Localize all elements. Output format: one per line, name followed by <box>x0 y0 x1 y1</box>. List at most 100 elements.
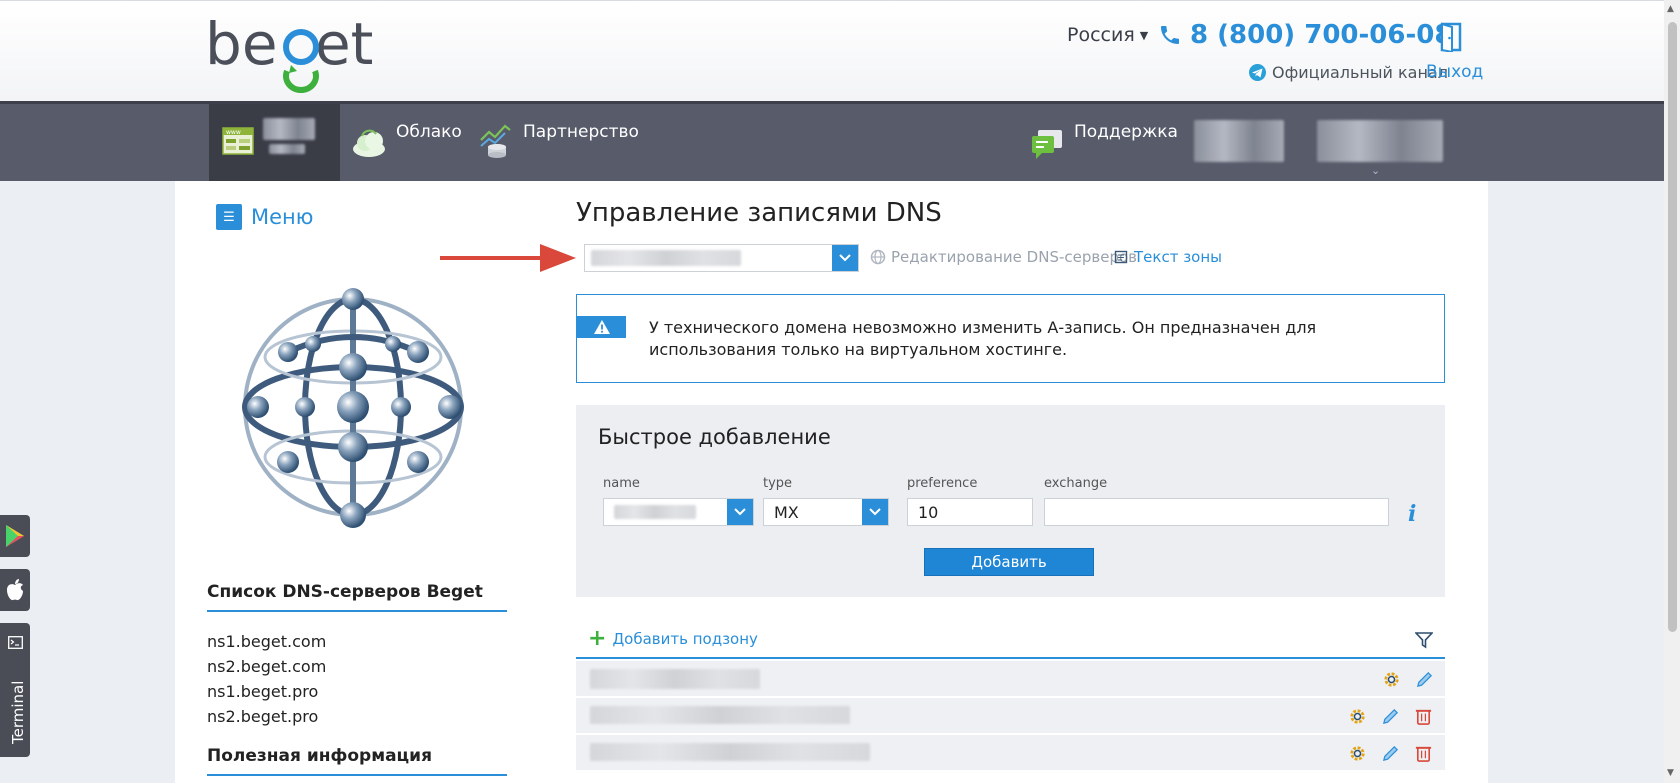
plus-icon: + <box>588 626 607 651</box>
page-scrollbar[interactable]: ▲ ▼ <box>1664 0 1680 783</box>
record-name-redacted <box>590 706 850 724</box>
terminal-label: Terminal <box>9 680 27 744</box>
hamburger-icon: ☰ <box>216 204 242 230</box>
settings-gear-icon[interactable] <box>1382 670 1401 689</box>
menu-label: Меню <box>251 205 314 229</box>
domain-select[interactable] <box>584 244 859 272</box>
type-label: type <box>763 476 793 491</box>
exchange-label: exchange <box>1044 476 1108 491</box>
nav-cloud-label: Облако <box>396 122 462 142</box>
document-icon <box>1114 250 1128 264</box>
nav-support-label: Поддержка <box>1074 122 1178 142</box>
dns-servers-list: ns1.beget.com ns2.beget.com ns1.beget.pr… <box>207 629 326 729</box>
exit-door-icon[interactable] <box>1440 22 1462 52</box>
menu-button[interactable]: ☰ Меню <box>216 204 313 230</box>
red-arrow-annotation <box>440 244 576 272</box>
svg-text:be: be <box>205 10 278 78</box>
svg-text:et: et <box>315 10 373 78</box>
zone-text-link[interactable]: Текст зоны <box>1114 248 1222 266</box>
zone-text-label: Текст зоны <box>1134 248 1223 266</box>
dns-record-row[interactable] <box>576 661 1445 697</box>
nav-hosting-label-redacted <box>263 118 315 140</box>
dns-server-item: ns1.beget.com <box>207 632 327 651</box>
dns-server-item: ns1.beget.pro <box>207 682 319 701</box>
quick-add-panel: Быстрое добавление name type preference … <box>576 405 1445 597</box>
partnership-icon <box>480 124 511 158</box>
dns-globe-illustration <box>242 288 464 528</box>
apple-icon <box>7 579 23 601</box>
filter-icon[interactable] <box>1415 631 1433 649</box>
name-value-redacted <box>614 505 696 519</box>
cloud-icon <box>353 129 385 157</box>
chevron-down-icon <box>734 508 746 516</box>
domain-dropdown-button[interactable] <box>832 245 858 271</box>
info-icon[interactable]: i <box>1408 501 1416 527</box>
warning-icon <box>577 316 626 338</box>
useful-info-title: Полезная информация <box>207 746 507 776</box>
scrollbar-thumb[interactable] <box>1668 22 1677 632</box>
scroll-down-icon[interactable]: ▼ <box>1667 768 1674 778</box>
edit-pencil-icon[interactable] <box>1415 670 1434 689</box>
nav-item-hosting[interactable]: www <box>209 104 340 181</box>
exchange-input[interactable] <box>1044 498 1389 526</box>
type-select[interactable]: MX <box>763 498 889 526</box>
google-play-button[interactable] <box>0 515 30 557</box>
name-label: name <box>603 476 640 491</box>
dns-record-row[interactable] <box>576 698 1445 734</box>
nav-hosting-sublabel-redacted <box>269 144 305 154</box>
logout-link[interactable]: Выход <box>1426 62 1483 82</box>
official-channel-link[interactable]: Официальный канал <box>1249 63 1448 82</box>
terminal-button[interactable]: Terminal <box>0 623 30 757</box>
quick-add-title: Быстрое добавление <box>598 425 831 449</box>
edit-dns-servers-link[interactable]: Редактирование DNS-серверов <box>870 248 1137 266</box>
edit-pencil-icon[interactable] <box>1381 744 1400 763</box>
warning-text: У технического домена невозможно изменит… <box>649 318 1317 359</box>
phone-number[interactable]: 8 (800) 700-06-08 <box>1158 20 1452 50</box>
type-dropdown-button[interactable] <box>862 499 888 525</box>
terminal-icon <box>8 636 23 649</box>
beget-logo[interactable]: be et <box>205 9 393 95</box>
edit-dns-servers-label: Редактирование DNS-серверов <box>891 248 1137 266</box>
dns-record-row[interactable] <box>576 735 1445 771</box>
svg-text:www: www <box>226 129 241 136</box>
add-subzone-link[interactable]: + Добавить подзону <box>588 626 758 651</box>
add-subzone-label: Добавить подзону <box>612 630 758 648</box>
edit-pencil-icon[interactable] <box>1381 707 1400 726</box>
nav-item-cloud[interactable]: Облако <box>352 104 462 181</box>
top-header: be et Россия ▼ 8 (800) 700-06-08 Официал… <box>0 0 1664 101</box>
name-select[interactable] <box>603 498 754 526</box>
page-title: Управление записями DNS <box>576 198 942 228</box>
hosting-icon: www <box>222 127 254 155</box>
official-channel-label: Официальный канал <box>1272 63 1448 82</box>
settings-gear-icon[interactable] <box>1348 744 1367 763</box>
account-chevron-down-icon[interactable]: ⌄ <box>1371 164 1380 177</box>
chevron-down-icon <box>839 254 851 262</box>
preference-input[interactable]: 10 <box>907 498 1033 526</box>
settings-gear-icon[interactable] <box>1348 707 1367 726</box>
add-record-button[interactable]: Добавить <box>924 548 1094 576</box>
phone-icon <box>1161 26 1179 44</box>
nav-partnership-label: Партнерство <box>523 122 639 142</box>
phone-text: 8 (800) 700-06-08 <box>1190 20 1453 50</box>
dns-server-item: ns2.beget.com <box>207 657 327 676</box>
record-name-redacted <box>590 669 760 689</box>
warning-notice: У технического домена невозможно изменит… <box>576 294 1445 383</box>
name-dropdown-button[interactable] <box>727 499 753 525</box>
subzone-bar: + Добавить подзону <box>576 622 1445 659</box>
type-value: MX <box>774 502 799 522</box>
selected-domain-redacted <box>591 250 741 266</box>
nav-item-partnership[interactable]: Партнерство <box>479 104 639 181</box>
account-user-redacted[interactable] <box>1317 120 1443 162</box>
region-selector[interactable]: Россия ▼ <box>1067 24 1148 46</box>
scroll-up-icon[interactable]: ▲ <box>1667 4 1674 14</box>
delete-trash-icon[interactable] <box>1414 744 1433 763</box>
app-store-button[interactable] <box>0 569 30 611</box>
globe-icon <box>870 249 886 265</box>
account-balance-redacted[interactable] <box>1194 120 1284 162</box>
nav-item-support[interactable]: Поддержка <box>1030 104 1178 181</box>
delete-trash-icon[interactable] <box>1414 707 1433 726</box>
record-name-redacted <box>590 743 870 761</box>
support-icon <box>1032 130 1062 159</box>
dns-server-item: ns2.beget.pro <box>207 707 319 726</box>
google-play-icon <box>6 525 24 547</box>
